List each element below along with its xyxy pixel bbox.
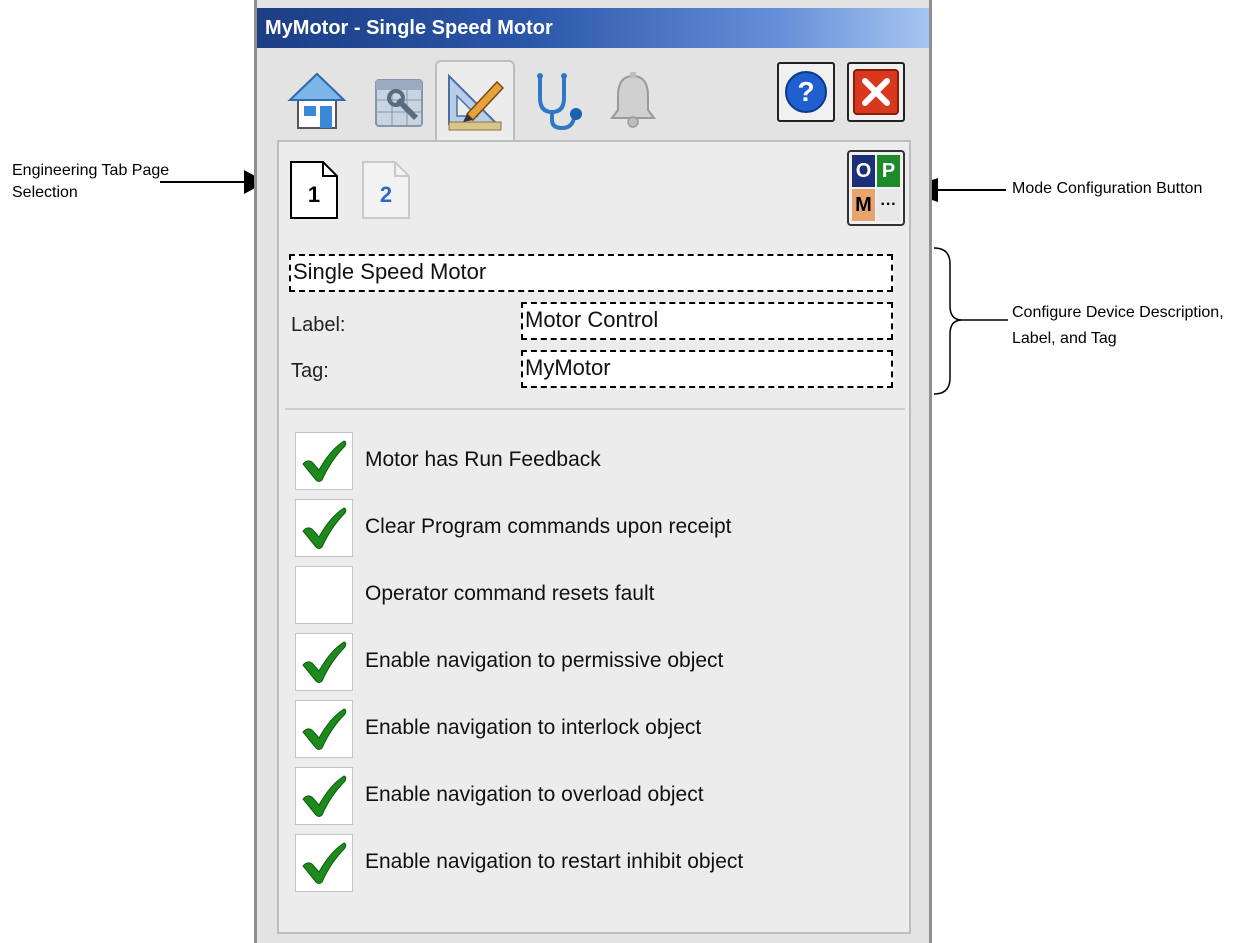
brace-icon [933, 247, 1008, 395]
engineering-icon [448, 73, 505, 131]
mode-configuration-button[interactable]: O P M ··· [847, 150, 905, 226]
option-row: Enable navigation to restart inhibit obj… [295, 834, 895, 892]
annotation-text: Label, and Tag [1012, 330, 1117, 347]
option-label: Enable navigation to permissive object [365, 649, 724, 672]
help-button[interactable]: ? [777, 62, 835, 122]
option-row: Clear Program commands upon receipt [295, 499, 895, 557]
page-1-button[interactable]: 1 [289, 160, 339, 220]
option-label: Motor has Run Feedback [365, 448, 601, 471]
option-checkbox[interactable] [295, 633, 353, 691]
option-label: Enable navigation to interlock object [365, 716, 702, 739]
option-row: Enable navigation to overload object [295, 767, 895, 825]
annotation-engineering-tab: Engineering Tab Page Selection [12, 162, 169, 202]
option-row: Enable navigation to permissive object [295, 633, 895, 691]
checkmark-icon [302, 708, 347, 750]
close-icon [853, 69, 899, 115]
option-checkbox[interactable] [295, 834, 353, 892]
diagnostics-icon [537, 73, 582, 131]
page-1-number: 1 [307, 182, 321, 207]
mode-program-cell: P [877, 155, 900, 187]
checkmark-icon [302, 641, 347, 683]
checkmark-icon [302, 440, 347, 482]
tag-caption: Tag: [291, 360, 329, 382]
window-title: MyMotor - Single Speed Motor [257, 8, 929, 48]
annotation-text: Configure Device Description, [1012, 304, 1224, 321]
page-2-number: 2 [379, 182, 393, 207]
option-checkbox[interactable] [295, 767, 353, 825]
home-icon [287, 72, 347, 129]
description-field[interactable]: Single Speed Motor [289, 254, 893, 292]
faceplate-window: MyMotor - Single Speed Motor ? 1 2 O P M… [254, 0, 932, 943]
tab-diagnostics[interactable] [519, 62, 599, 140]
mode-operator-cell: O [852, 155, 875, 187]
checkmark-icon [302, 507, 347, 549]
engineering-panel: 1 2 O P M ··· Single Speed Motor Label: … [277, 140, 911, 934]
option-checkbox[interactable] [295, 432, 353, 490]
option-checkbox[interactable] [295, 499, 353, 557]
annotation-text: Engineering Tab Page [12, 162, 170, 179]
alarm-bell-icon [610, 72, 656, 128]
annotation-arrow-line [160, 181, 246, 183]
svg-text:?: ? [797, 76, 814, 107]
divider [285, 408, 905, 410]
option-label: Clear Program commands upon receipt [365, 515, 732, 538]
toolbar: ? [257, 48, 929, 142]
annotation-text: Selection [12, 184, 78, 201]
checkmark-icon [302, 842, 347, 884]
checkmark-icon [302, 775, 347, 817]
option-label: Operator command resets fault [365, 582, 655, 605]
mode-more-cell: ··· [877, 189, 900, 221]
mode-maintenance-cell: M [852, 189, 875, 221]
tag-field[interactable]: MyMotor [521, 350, 893, 388]
label-caption: Label: [291, 314, 346, 336]
option-checkbox[interactable] [295, 566, 353, 624]
option-label: Enable navigation to overload object [365, 783, 704, 806]
tab-alarms[interactable] [593, 62, 673, 140]
label-field[interactable]: Motor Control [521, 302, 893, 340]
help-icon: ? [785, 71, 827, 113]
maintenance-icon [375, 79, 423, 127]
option-checkbox[interactable] [295, 700, 353, 758]
option-label: Enable navigation to restart inhibit obj… [365, 850, 744, 873]
tab-engineering[interactable] [435, 60, 515, 142]
tab-maintenance[interactable] [361, 62, 441, 140]
annotation-configure: Configure Device Description, Label, and… [1012, 300, 1224, 352]
tab-home[interactable] [277, 62, 357, 140]
annotation-mode-config: Mode Configuration Button [1012, 180, 1203, 197]
annotation-arrow-line [936, 189, 1006, 191]
close-button[interactable] [847, 62, 905, 122]
page-2-button[interactable]: 2 [361, 160, 411, 220]
option-row: Operator command resets fault [295, 566, 895, 624]
option-row: Motor has Run Feedback [295, 432, 895, 490]
option-row: Enable navigation to interlock object [295, 700, 895, 758]
